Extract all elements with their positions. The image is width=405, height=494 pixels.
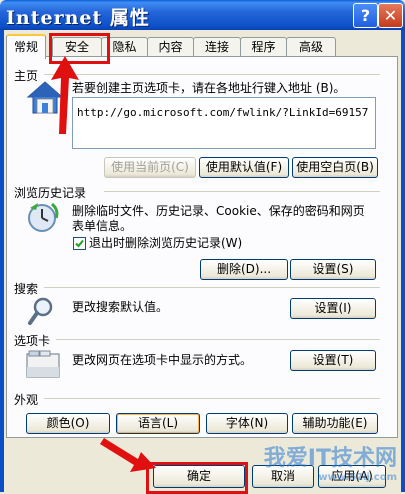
tabs-window-icon — [26, 350, 60, 378]
homepage-description: 若要创建主页选项卡，请在各地址行键入地址 (B)。 — [72, 81, 346, 95]
tab-advanced[interactable]: 高级 — [286, 37, 336, 57]
use-current-button[interactable]: 使用当前页(C) — [104, 157, 196, 178]
divider — [56, 339, 380, 340]
history-settings-button[interactable]: 设置(S) — [290, 259, 376, 280]
divider — [44, 398, 380, 399]
watermark: 我爱IT技术网 www.52ij.com — [264, 440, 397, 483]
tabs-settings-button[interactable]: 设置(T) — [290, 350, 376, 371]
languages-button[interactable]: 语言(L) — [116, 413, 200, 434]
fonts-button[interactable]: 字体(N) — [206, 413, 288, 434]
divider — [44, 74, 380, 75]
accessibility-button[interactable]: 辅助功能(E) — [292, 413, 378, 434]
tab-general[interactable]: 常规 — [6, 34, 46, 59]
colors-button[interactable]: 颜色(O) — [26, 413, 110, 434]
search-group-title: 搜索 — [14, 282, 39, 296]
divider — [104, 191, 380, 192]
tabs-group-title: 选项卡 — [14, 334, 51, 348]
history-description-line1: 删除临时文件、历史记录、Cookie、保存的密码和网页 — [72, 204, 365, 218]
watermark-text: 我爱IT技术网 — [263, 446, 397, 471]
watermark-url: www.52ij.com — [318, 472, 397, 483]
history-clock-icon — [28, 202, 59, 232]
delete-history-on-exit-label[interactable]: 退出时删除浏览历史记录(W) — [89, 236, 242, 250]
homepage-url: http://go.microsoft.com/fwlink/?LinkId=6… — [77, 106, 369, 119]
use-default-button[interactable]: 使用默认值(F) — [199, 157, 289, 178]
search-description: 更改搜索默认值。 — [72, 300, 169, 314]
homepage-address-box[interactable]: http://go.microsoft.com/fwlink/?LinkId=6… — [72, 97, 376, 149]
use-blank-button[interactable]: 使用空白页(B) — [292, 157, 378, 178]
close-button[interactable]: ✕ — [378, 3, 403, 28]
appearance-group-title: 外观 — [14, 393, 39, 407]
history-group-title: 浏览历史记录 — [14, 186, 87, 200]
delete-history-on-exit-checkbox[interactable] — [73, 237, 86, 250]
window-frame-left — [0, 30, 4, 492]
ok-button-highlight — [146, 462, 248, 494]
search-settings-button[interactable]: 设置(I) — [290, 298, 376, 319]
divider — [44, 287, 380, 288]
help-button[interactable]: ? — [353, 3, 378, 28]
tab-programs[interactable]: 程序 — [240, 37, 287, 57]
window-title: Internet 属性 — [6, 7, 150, 29]
window-frame-right — [401, 30, 405, 492]
delete-history-button[interactable]: 删除(D)... — [200, 259, 288, 280]
arrow-up-icon — [51, 56, 79, 134]
checkmark-icon — [75, 239, 84, 248]
tab-connections[interactable]: 连接 — [193, 37, 241, 57]
search-magnifier-icon — [28, 297, 53, 325]
title-bar: Internet 属性 ? ✕ — [0, 0, 405, 30]
history-description-line2: 表单信息。 — [72, 219, 133, 233]
arrow-right-icon — [100, 438, 156, 472]
tab-content[interactable]: 内容 — [147, 37, 194, 57]
tabs-description: 更改网页在选项卡中显示的方式。 — [72, 353, 253, 367]
